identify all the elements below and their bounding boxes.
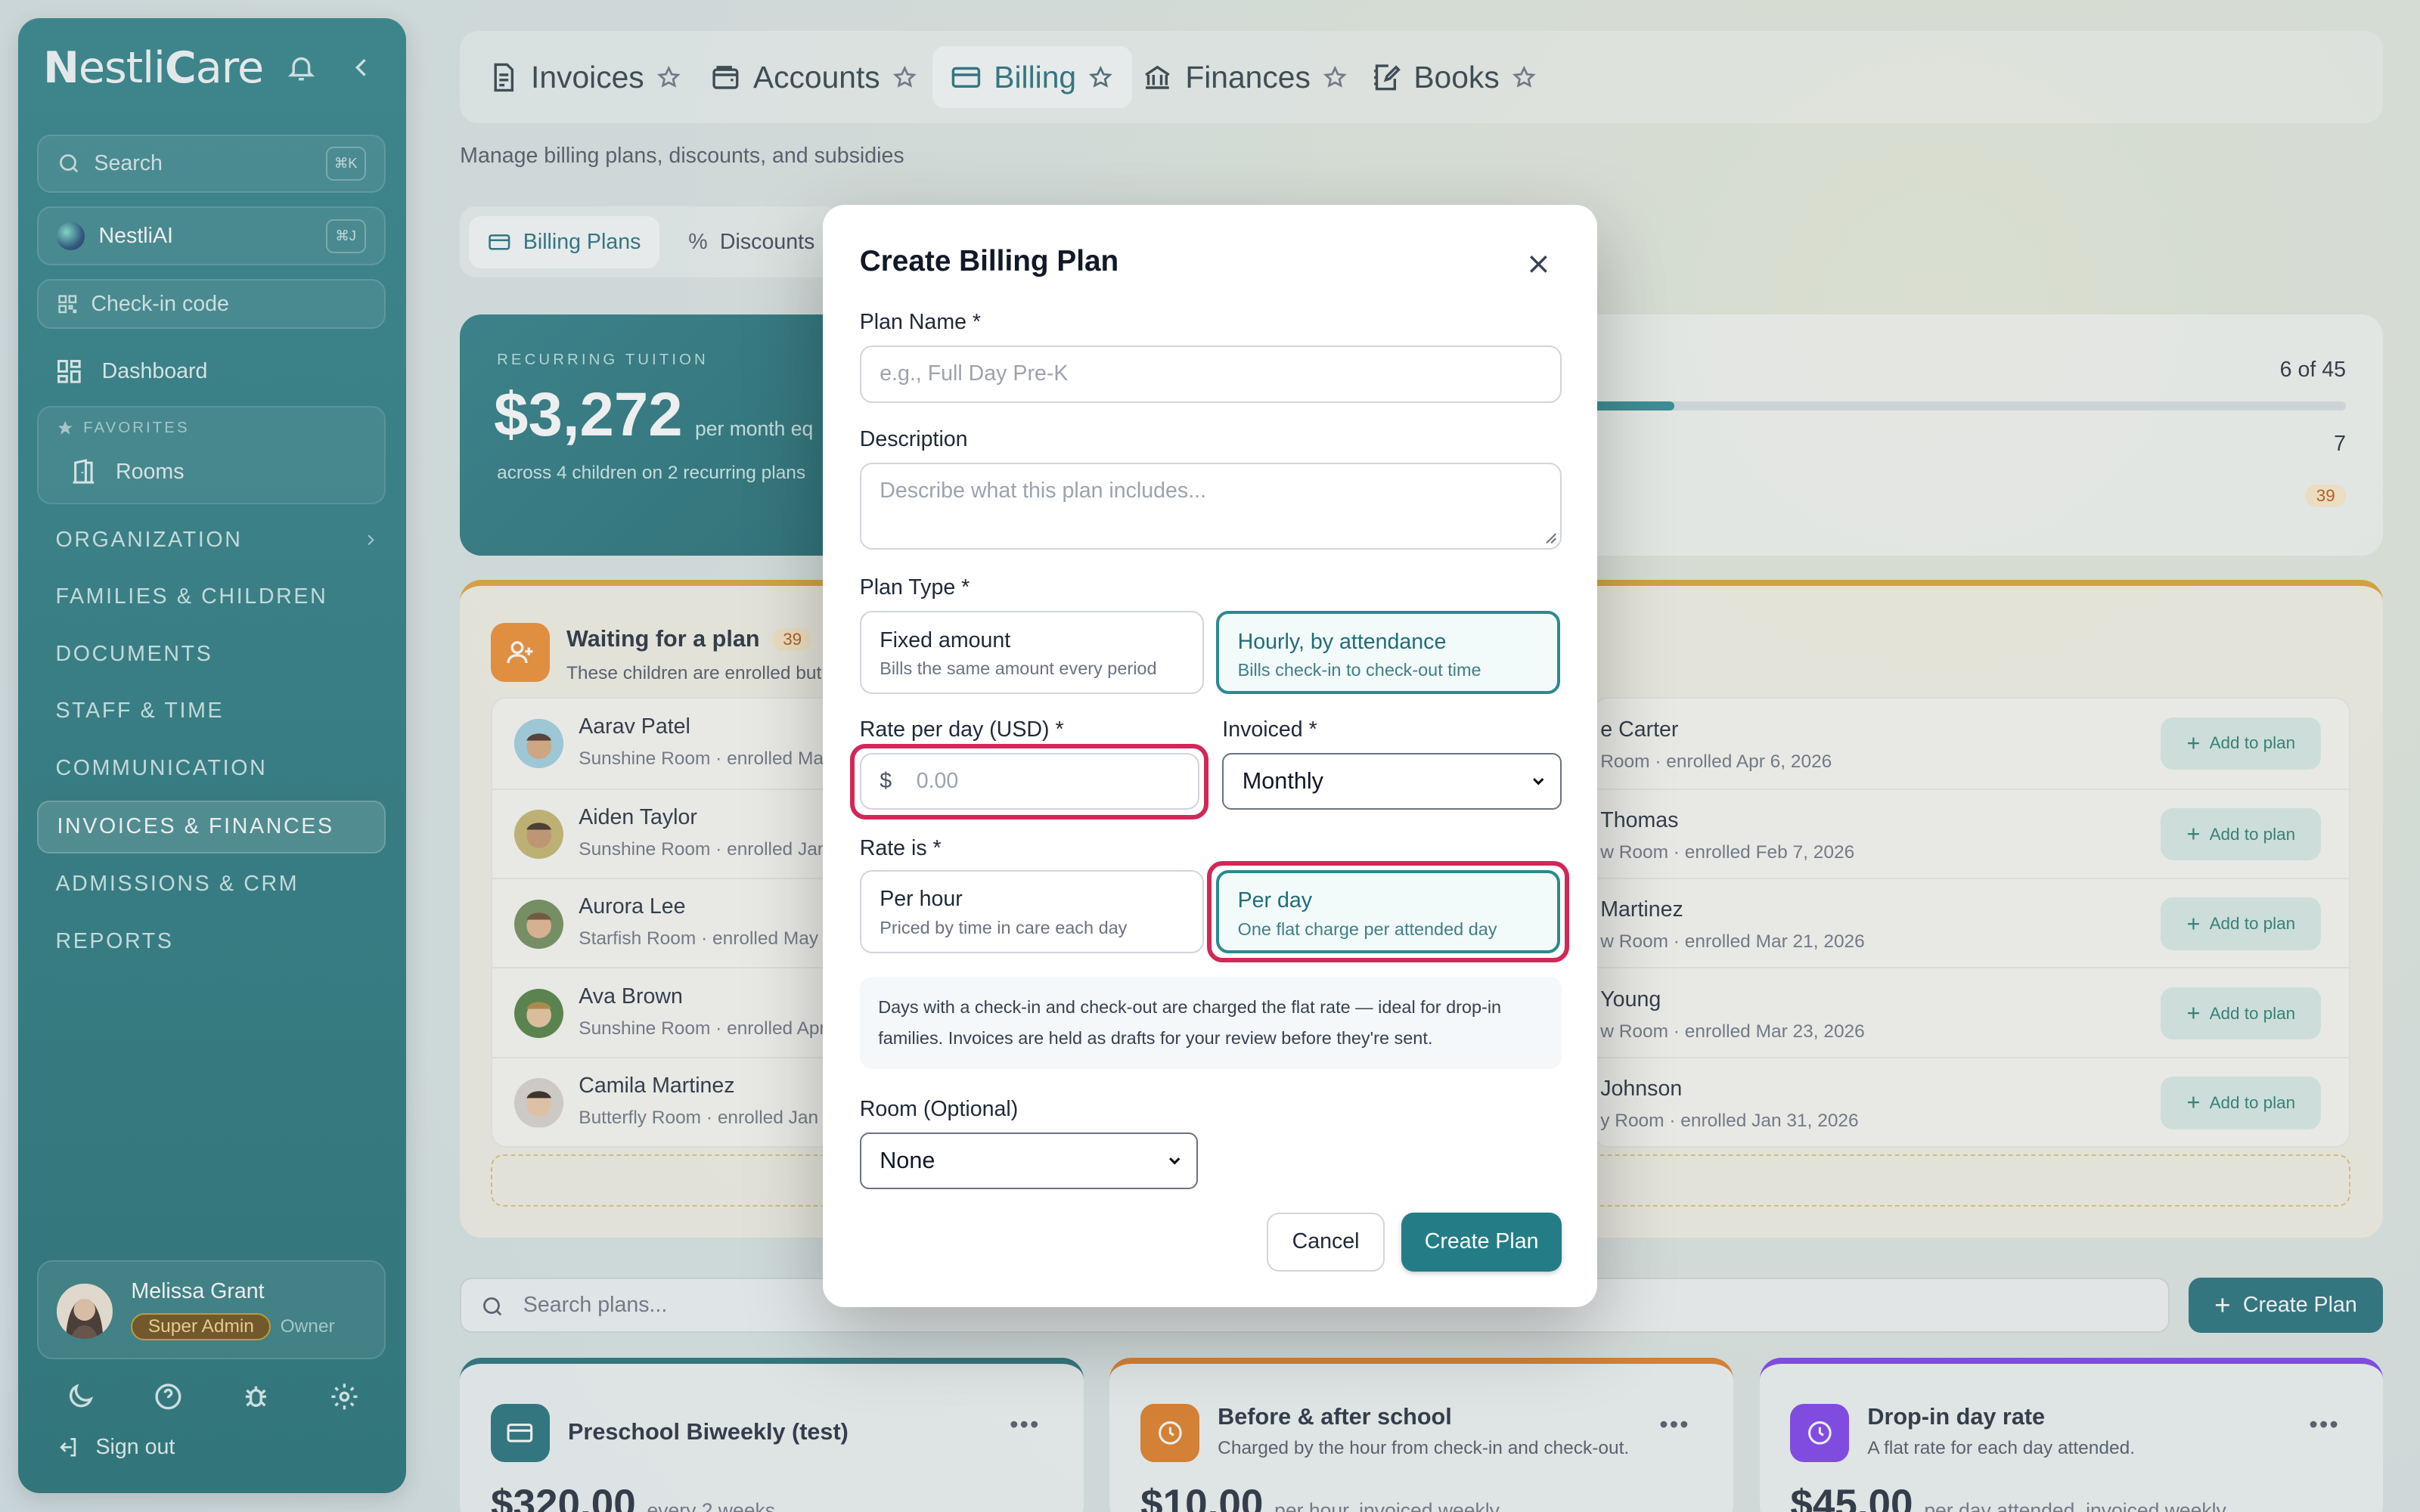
plan-type-fixed[interactable]: Fixed amount Bills the same amount every… [859, 611, 1204, 695]
plan-type-hourly[interactable]: Hourly, by attendance Bills check-in to … [1216, 611, 1561, 695]
resize-handle-icon[interactable] [1545, 532, 1557, 544]
option-desc: One flat charge per attended day [1237, 919, 1497, 940]
currency-symbol: $ [880, 769, 892, 794]
create-billing-plan-dialog: Create Billing Plan Plan Name * e.g., Fu… [822, 205, 1598, 1307]
option-title: Per hour [880, 887, 963, 912]
option-title: Per day [1237, 888, 1313, 913]
room-select[interactable]: None [859, 1132, 1198, 1190]
close-icon[interactable] [1523, 249, 1554, 280]
option-desc: Priced by time in care each day [880, 918, 1128, 938]
plan-name-label: Plan Name * [859, 310, 982, 335]
plan-name-placeholder: e.g., Full Day Pre-K [880, 361, 1069, 386]
chevron-down-icon [1533, 778, 1544, 785]
chevron-down-icon [1168, 1157, 1181, 1165]
option-title: Hourly, by attendance [1237, 629, 1447, 654]
rate-explanation: Days with a check-in and check-out are c… [859, 976, 1562, 1070]
plan-name-input[interactable]: e.g., Full Day Pre-K [859, 345, 1562, 403]
invoiced-value: Monthly [1242, 768, 1323, 795]
option-desc: Bills check-in to check-out time [1237, 660, 1481, 680]
rate-label: Rate per day (USD) * [859, 717, 1064, 742]
option-title: Fixed amount [880, 627, 1011, 652]
description-textarea[interactable]: Describe what this plan includes... [859, 463, 1562, 550]
description-placeholder: Describe what this plan includes... [880, 478, 1207, 503]
invoiced-select[interactable]: Monthly [1222, 752, 1562, 810]
create-plan-submit-button[interactable]: Create Plan [1401, 1213, 1562, 1272]
description-label: Description [859, 427, 968, 452]
rate-is-label: Rate is * [859, 836, 942, 861]
cancel-button[interactable]: Cancel [1267, 1213, 1385, 1272]
option-desc: Bills the same amount every period [880, 658, 1157, 679]
rate-placeholder: 0.00 [916, 769, 959, 794]
plan-type-label: Plan Type * [859, 575, 970, 600]
rate-per-day[interactable]: Per day One flat charge per attended day [1216, 870, 1561, 954]
room-label: Room (Optional) [859, 1097, 1019, 1121]
rate-per-hour[interactable]: Per hour Priced by time in care each day [859, 870, 1204, 954]
invoiced-label: Invoiced * [1222, 717, 1317, 742]
room-value: None [880, 1148, 935, 1174]
dialog-title: Create Billing Plan [859, 245, 1119, 278]
rate-input[interactable]: $ 0.00 [859, 752, 1199, 810]
